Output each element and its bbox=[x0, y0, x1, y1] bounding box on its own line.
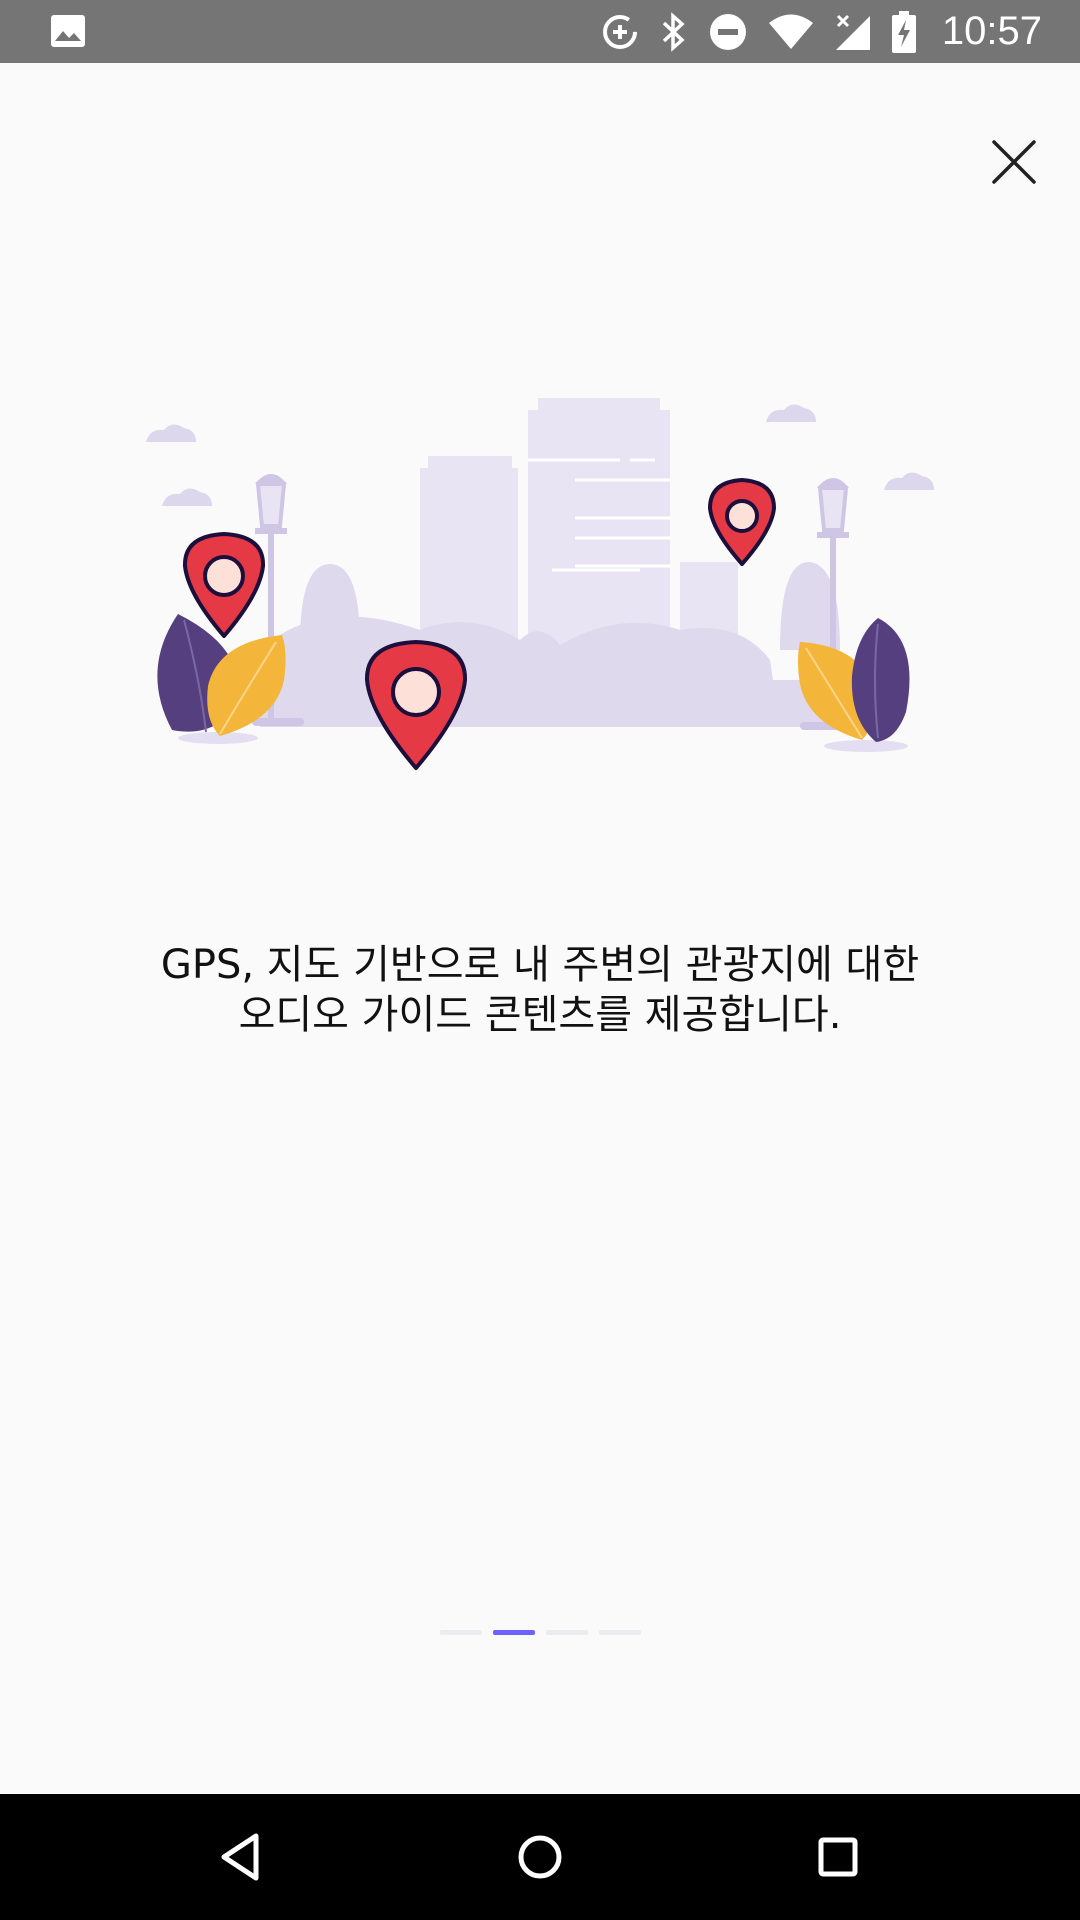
back-button[interactable] bbox=[208, 1824, 274, 1890]
page-indicator bbox=[0, 1630, 1080, 1635]
image-icon bbox=[51, 15, 85, 47]
description-line-2: 오디오 가이드 콘텐츠를 제공합니다. bbox=[238, 992, 842, 1038]
city-map-illustration bbox=[146, 398, 934, 770]
home-circle-icon bbox=[518, 1835, 562, 1879]
back-triangle-icon bbox=[221, 1833, 259, 1881]
page-indicator-dot-active bbox=[492, 1630, 535, 1635]
close-icon bbox=[992, 140, 1036, 184]
bluetooth-icon bbox=[662, 11, 685, 52]
page-indicator-dot bbox=[439, 1630, 482, 1635]
location-pin-icon bbox=[364, 640, 468, 770]
recent-apps-button[interactable] bbox=[805, 1824, 871, 1890]
data-saver-icon bbox=[602, 14, 637, 49]
location-pin-icon bbox=[182, 532, 266, 638]
battery-charging-icon bbox=[891, 10, 916, 53]
recent-apps-square-icon bbox=[818, 1837, 858, 1877]
page-indicator-dot bbox=[545, 1630, 588, 1635]
status-right: 10:57 bbox=[600, 0, 1042, 63]
status-left bbox=[50, 14, 86, 48]
close-button[interactable] bbox=[990, 138, 1038, 186]
status-time: 10:57 bbox=[941, 9, 1042, 53]
onboarding-description: GPS, 지도 기반으로 내 주변의 관광지에 대한 오디오 가이드 콘텐츠를 … bbox=[80, 940, 1000, 1040]
cell-signal-off-icon bbox=[835, 14, 870, 50]
navigation-bar bbox=[0, 1794, 1080, 1920]
do-not-disturb-icon bbox=[709, 13, 746, 50]
location-pin-icon bbox=[708, 478, 776, 566]
status-bar: 10:57 bbox=[0, 0, 1080, 63]
description-line-1: GPS, 지도 기반으로 내 주변의 관광지에 대한 bbox=[160, 942, 920, 988]
page-indicator-dot bbox=[598, 1630, 641, 1635]
home-button[interactable] bbox=[507, 1824, 573, 1890]
wifi-icon bbox=[768, 14, 813, 49]
